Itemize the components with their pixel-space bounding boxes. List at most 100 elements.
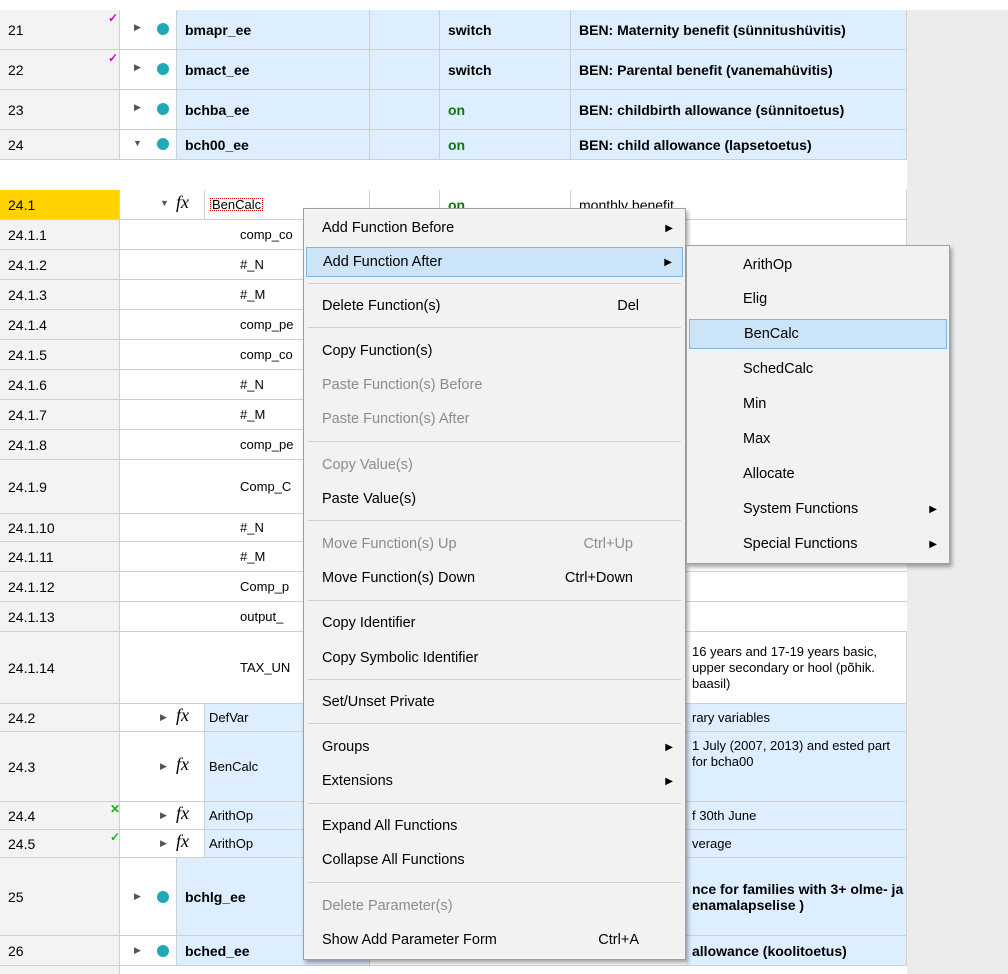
row-number: 24.1.11	[0, 542, 120, 571]
row-comment[interactable]: f 30th June	[686, 802, 907, 829]
policy-dot-icon	[157, 103, 169, 115]
collapse-arrow-icon[interactable]: ▼	[160, 198, 169, 208]
row-comment[interactable]: nce for families with 3+ olme- ja enamal…	[686, 858, 907, 935]
cross-icon: ✕	[110, 802, 121, 816]
policy-dot-icon	[157, 63, 169, 75]
row-number: 24.4	[0, 802, 120, 829]
expand-arrow-icon[interactable]: ▶	[134, 22, 141, 33]
policy-dot-icon	[157, 945, 169, 957]
menu-item-copy-values[interactable]: Copy Value(s)	[306, 450, 683, 480]
policy-dot-icon	[157, 138, 169, 150]
row-number: 24.1.1	[0, 220, 120, 249]
expand-arrow-icon[interactable]: ▶	[134, 62, 141, 73]
menu-item-collapse-all-functions[interactable]: Collapse All Functions	[306, 845, 683, 875]
row-number: 24.2	[0, 704, 120, 731]
expand-arrow-icon[interactable]: ▶	[134, 102, 141, 113]
row-name[interactable]: bmapr_ee	[177, 10, 370, 49]
submenu-arrow-icon: ▶	[665, 741, 673, 753]
row-number: 26	[0, 936, 120, 965]
row-number: 22	[0, 50, 120, 89]
expand-arrow-icon[interactable]: ▶	[160, 838, 167, 849]
submenu-item-bencalc[interactable]: BenCalc	[689, 319, 947, 349]
submenu-item-allocate[interactable]: Allocate	[689, 459, 947, 489]
menu-item-copy-symbolic-identifier[interactable]: Copy Symbolic Identifier	[306, 643, 683, 673]
submenu-item-arithop[interactable]: ArithOp	[689, 250, 947, 280]
row-name[interactable]: bchba_ee	[177, 90, 370, 129]
row-switch[interactable]: on	[440, 130, 571, 159]
submenu-add-function-after: ArithOp Elig BenCalc SchedCalc Min Max A…	[686, 245, 950, 564]
submenu-item-min[interactable]: Min	[689, 389, 947, 419]
row-name[interactable]: bch00_ee	[177, 130, 370, 159]
submenu-arrow-icon: ▶	[665, 222, 673, 234]
expand-arrow-icon[interactable]: ▶	[134, 945, 141, 956]
menu-item-paste-functions-before[interactable]: Paste Function(s) Before	[306, 370, 683, 400]
row-comment[interactable]: verage	[686, 830, 907, 857]
row-number: 24.1	[0, 190, 120, 219]
table-row[interactable]: 23 ▶ bchba_ee on BEN: childbirth allowan…	[0, 90, 907, 130]
row-number: 24.1.4	[0, 310, 120, 339]
menu-item-set-unset-private[interactable]: Set/Unset Private	[306, 687, 683, 717]
fx-icon: fx	[176, 831, 189, 851]
menu-item-move-functions-up[interactable]: Move Function(s) Up Ctrl+Up	[306, 529, 683, 559]
row-comment[interactable]: 1 July (2007, 2013) and ested part for b…	[686, 732, 907, 801]
table-row[interactable]: 24 ▼ bch00_ee on BEN: child allowance (l…	[0, 130, 907, 160]
expand-arrow-icon[interactable]: ▶	[160, 712, 167, 723]
submenu-item-max[interactable]: Max	[689, 424, 947, 454]
menu-item-show-add-parameter-form[interactable]: Show Add Parameter Form Ctrl+A	[306, 925, 683, 955]
submenu-item-elig[interactable]: Elig	[689, 284, 947, 314]
row-comment[interactable]: BEN: child allowance (lapsetoetus)	[571, 130, 907, 159]
collapse-arrow-icon[interactable]: ▼	[133, 138, 142, 148]
menu-item-add-function-before[interactable]: Add Function Before ▶	[306, 213, 683, 243]
shortcut-label: Ctrl+A	[598, 932, 639, 948]
table-row[interactable]: 22 ✓ ▶ bmact_ee switch BEN: Parental ben…	[0, 50, 907, 90]
row-name[interactable]: bmact_ee	[177, 50, 370, 89]
menu-item-expand-all-functions[interactable]: Expand All Functions	[306, 811, 683, 841]
table-row	[0, 966, 907, 974]
row-number: 24.1.2	[0, 250, 120, 279]
expand-arrow-icon[interactable]: ▶	[160, 810, 167, 821]
fx-icon: fx	[176, 192, 189, 212]
row-number: 21	[0, 10, 120, 49]
function-name[interactable]: BenCalc	[209, 197, 264, 212]
table-row[interactable]: 21 ✓ ▶ bmapr_ee switch BEN: Maternity be…	[0, 10, 907, 50]
menu-item-paste-values[interactable]: Paste Value(s)	[306, 484, 683, 514]
shortcut-label: Ctrl+Up	[583, 536, 633, 552]
row-comment[interactable]: allowance (koolitoetus)	[686, 936, 907, 965]
row-switch[interactable]: switch	[440, 10, 571, 49]
submenu-item-special-functions[interactable]: Special Functions ▶	[689, 529, 947, 559]
row-number: 24	[0, 130, 120, 159]
row-comment[interactable]: BEN: childbirth allowance (sünnitoetus)	[571, 90, 907, 129]
menu-item-move-functions-down[interactable]: Move Function(s) Down Ctrl+Down	[306, 563, 683, 593]
row-switch[interactable]: on	[440, 90, 571, 129]
row-comment[interactable]: BEN: Maternity benefit (sünnitushüvitis)	[571, 10, 907, 49]
submenu-item-schedcalc[interactable]: SchedCalc	[689, 354, 947, 384]
fx-icon: fx	[176, 754, 189, 774]
row-switch[interactable]: switch	[440, 50, 571, 89]
row-number: 24.1.14	[0, 632, 120, 703]
shortcut-label: Del	[617, 298, 639, 314]
row-comment[interactable]: 16 years and 17-19 years basic, upper se…	[686, 632, 907, 703]
shortcut-label: Ctrl+Down	[564, 570, 633, 586]
menu-item-extensions[interactable]: Extensions ▶	[306, 766, 683, 796]
menu-item-paste-functions-after[interactable]: Paste Function(s) After	[306, 404, 683, 434]
menu-item-add-function-after[interactable]: Add Function After ▶	[306, 247, 683, 277]
row-number: 25	[0, 858, 120, 935]
policy-dot-icon	[157, 23, 169, 35]
row-comment[interactable]: BEN: Parental benefit (vanemahüvitis)	[571, 50, 907, 89]
menu-item-copy-identifier[interactable]: Copy Identifier	[306, 608, 683, 638]
row-comment[interactable]: rary variables	[686, 704, 907, 731]
expand-arrow-icon[interactable]: ▶	[134, 891, 141, 902]
menu-item-delete-parameters[interactable]: Delete Parameter(s)	[306, 891, 683, 921]
submenu-arrow-icon: ▶	[929, 503, 937, 515]
row-number: 24.1.7	[0, 400, 120, 429]
menu-item-groups[interactable]: Groups ▶	[306, 732, 683, 762]
menu-item-copy-functions[interactable]: Copy Function(s)	[306, 336, 683, 366]
row-number: 24.1.9	[0, 460, 120, 513]
expand-arrow-icon[interactable]: ▶	[160, 761, 167, 772]
submenu-arrow-icon: ▶	[665, 775, 673, 787]
menu-item-delete-functions[interactable]: Delete Function(s) Del	[306, 291, 683, 321]
submenu-item-system-functions[interactable]: System Functions ▶	[689, 494, 947, 524]
row-number: 24.1.13	[0, 602, 120, 631]
row-number: 24.1.12	[0, 572, 120, 601]
row-number: 24.1.3	[0, 280, 120, 309]
